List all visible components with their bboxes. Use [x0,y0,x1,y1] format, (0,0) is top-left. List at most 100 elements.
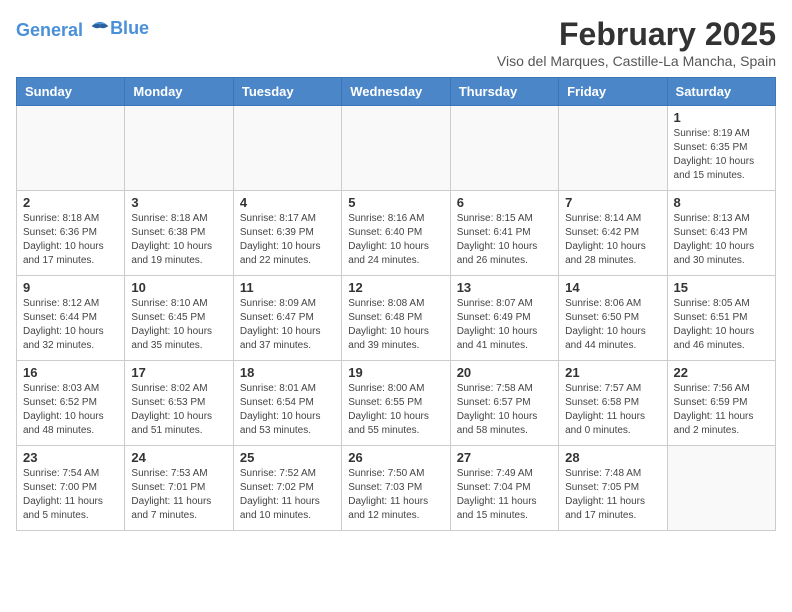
day-info: Sunrise: 8:02 AM Sunset: 6:53 PM Dayligh… [131,382,226,438]
day-info: Sunrise: 7:56 AM Sunset: 6:59 PM Dayligh… [674,382,769,438]
day-info: Sunrise: 8:09 AM Sunset: 6:47 PM Dayligh… [240,297,335,353]
day-info: Sunrise: 8:12 AM Sunset: 6:44 PM Dayligh… [23,297,118,353]
day-number: 20 [457,365,552,380]
calendar-day-cell [17,106,125,191]
calendar-week-row: 16 Sunrise: 8:03 AM Sunset: 6:52 PM Dayli… [17,361,776,446]
calendar-day-header: Thursday [450,78,558,106]
location-title: Viso del Marques, Castille-La Mancha, Sp… [497,53,776,69]
calendar-week-row: 2 Sunrise: 8:18 AM Sunset: 6:36 PM Daylig… [17,191,776,276]
calendar-day-cell: 13 Sunrise: 8:07 AM Sunset: 6:49 PM Dayli… [450,276,558,361]
day-info: Sunrise: 8:01 AM Sunset: 6:54 PM Dayligh… [240,382,335,438]
day-number: 24 [131,450,226,465]
day-number: 16 [23,365,118,380]
calendar-day-cell [342,106,450,191]
calendar-body: 1Sunrise: 8:19 AM Sunset: 6:35 PM Daylig… [17,106,776,531]
day-number: 4 [240,195,335,210]
day-info: Sunrise: 8:14 AM Sunset: 6:42 PM Dayligh… [565,212,660,268]
day-number: 22 [674,365,769,380]
day-number: 7 [565,195,660,210]
day-number: 25 [240,450,335,465]
calendar-day-cell: 3Sunrise: 8:18 AM Sunset: 6:38 PM Daylig… [125,191,233,276]
day-info: Sunrise: 8:13 AM Sunset: 6:43 PM Dayligh… [674,212,769,268]
day-info: Sunrise: 8:16 AM Sunset: 6:40 PM Dayligh… [348,212,443,268]
day-info: Sunrise: 8:06 AM Sunset: 6:50 PM Dayligh… [565,297,660,353]
calendar-day-header: Tuesday [233,78,341,106]
calendar-day-cell [233,106,341,191]
calendar-day-cell: 14 Sunrise: 8:06 AM Sunset: 6:50 PM Dayli… [559,276,667,361]
calendar-day-cell: 5 Sunrise: 8:16 AM Sunset: 6:40 PM Daylig… [342,191,450,276]
day-info: Sunrise: 7:50 AM Sunset: 7:03 PM Dayligh… [348,467,443,523]
calendar-day-cell: 28 Sunrise: 7:48 AM Sunset: 7:05 PM Dayli… [559,446,667,531]
calendar-day-cell: 11 Sunrise: 8:09 AM Sunset: 6:47 PM Dayli… [233,276,341,361]
calendar-day-cell: 7 Sunrise: 8:14 AM Sunset: 6:42 PM Daylig… [559,191,667,276]
calendar-day-cell: 25 Sunrise: 7:52 AM Sunset: 7:02 PM Dayli… [233,446,341,531]
calendar-day-cell: 12 Sunrise: 8:08 AM Sunset: 6:48 PM Dayli… [342,276,450,361]
day-info: Sunrise: 8:18 AM Sunset: 6:38 PM Dayligh… [131,212,226,268]
day-number: 8 [674,195,769,210]
calendar-day-header: Friday [559,78,667,106]
calendar-day-cell: 6 Sunrise: 8:15 AM Sunset: 6:41 PM Daylig… [450,191,558,276]
day-number: 9 [23,280,118,295]
calendar-day-cell: 2 Sunrise: 8:18 AM Sunset: 6:36 PM Daylig… [17,191,125,276]
day-number: 6 [457,195,552,210]
day-info: Sunrise: 8:07 AM Sunset: 6:49 PM Dayligh… [457,297,552,353]
calendar-day-cell: 4Sunrise: 8:17 AM Sunset: 6:39 PM Daylig… [233,191,341,276]
calendar-day-cell: 23 Sunrise: 7:54 AM Sunset: 7:00 PM Dayli… [17,446,125,531]
calendar-day-header: Saturday [667,78,775,106]
logo: General Blue [16,16,149,41]
day-info: Sunrise: 7:53 AM Sunset: 7:01 PM Dayligh… [131,467,226,523]
calendar: SundayMondayTuesdayWednesdayThursdayFrid… [16,77,776,531]
header: General Blue February 2025 Viso del Marq… [16,16,776,69]
day-number: 14 [565,280,660,295]
day-info: Sunrise: 7:52 AM Sunset: 7:02 PM Dayligh… [240,467,335,523]
day-info: Sunrise: 8:10 AM Sunset: 6:45 PM Dayligh… [131,297,226,353]
day-number: 13 [457,280,552,295]
day-number: 12 [348,280,443,295]
calendar-week-row: 9 Sunrise: 8:12 AM Sunset: 6:44 PM Daylig… [17,276,776,361]
title-area: February 2025 Viso del Marques, Castille… [497,16,776,69]
calendar-day-cell: 27 Sunrise: 7:49 AM Sunset: 7:04 PM Dayli… [450,446,558,531]
calendar-week-row: 23 Sunrise: 7:54 AM Sunset: 7:00 PM Dayli… [17,446,776,531]
calendar-day-cell [450,106,558,191]
calendar-day-cell: 17 Sunrise: 8:02 AM Sunset: 6:53 PM Dayli… [125,361,233,446]
logo-blue-text: Blue [110,19,149,39]
day-number: 10 [131,280,226,295]
calendar-day-cell: 22 Sunrise: 7:56 AM Sunset: 6:59 PM Dayli… [667,361,775,446]
calendar-day-cell: 20 Sunrise: 7:58 AM Sunset: 6:57 PM Dayli… [450,361,558,446]
day-number: 5 [348,195,443,210]
day-info: Sunrise: 7:58 AM Sunset: 6:57 PM Dayligh… [457,382,552,438]
day-number: 19 [348,365,443,380]
calendar-day-cell: 19 Sunrise: 8:00 AM Sunset: 6:55 PM Dayli… [342,361,450,446]
calendar-header-row: SundayMondayTuesdayWednesdayThursdayFrid… [17,78,776,106]
day-number: 17 [131,365,226,380]
day-number: 11 [240,280,335,295]
calendar-day-cell [125,106,233,191]
day-info: Sunrise: 8:08 AM Sunset: 6:48 PM Dayligh… [348,297,443,353]
calendar-day-cell: 16 Sunrise: 8:03 AM Sunset: 6:52 PM Dayli… [17,361,125,446]
day-info: Sunrise: 8:00 AM Sunset: 6:55 PM Dayligh… [348,382,443,438]
day-number: 2 [23,195,118,210]
calendar-day-cell: 21Sunrise: 7:57 AM Sunset: 6:58 PM Dayli… [559,361,667,446]
calendar-day-cell: 15 Sunrise: 8:05 AM Sunset: 6:51 PM Dayli… [667,276,775,361]
calendar-day-cell: 10 Sunrise: 8:10 AM Sunset: 6:45 PM Dayli… [125,276,233,361]
calendar-day-cell [559,106,667,191]
day-info: Sunrise: 7:48 AM Sunset: 7:05 PM Dayligh… [565,467,660,523]
day-info: Sunrise: 8:18 AM Sunset: 6:36 PM Dayligh… [23,212,118,268]
calendar-day-cell: 8 Sunrise: 8:13 AM Sunset: 6:43 PM Daylig… [667,191,775,276]
day-info: Sunrise: 8:15 AM Sunset: 6:41 PM Dayligh… [457,212,552,268]
calendar-day-header: Sunday [17,78,125,106]
day-number: 27 [457,450,552,465]
day-info: Sunrise: 8:03 AM Sunset: 6:52 PM Dayligh… [23,382,118,438]
day-info: Sunrise: 7:54 AM Sunset: 7:00 PM Dayligh… [23,467,118,523]
day-info: Sunrise: 7:49 AM Sunset: 7:04 PM Dayligh… [457,467,552,523]
day-number: 23 [23,450,118,465]
day-number: 1 [674,110,769,125]
day-info: Sunrise: 8:05 AM Sunset: 6:51 PM Dayligh… [674,297,769,353]
calendar-week-row: 1Sunrise: 8:19 AM Sunset: 6:35 PM Daylig… [17,106,776,191]
calendar-day-header: Wednesday [342,78,450,106]
calendar-day-header: Monday [125,78,233,106]
day-number: 28 [565,450,660,465]
day-number: 21 [565,365,660,380]
day-number: 15 [674,280,769,295]
day-number: 18 [240,365,335,380]
